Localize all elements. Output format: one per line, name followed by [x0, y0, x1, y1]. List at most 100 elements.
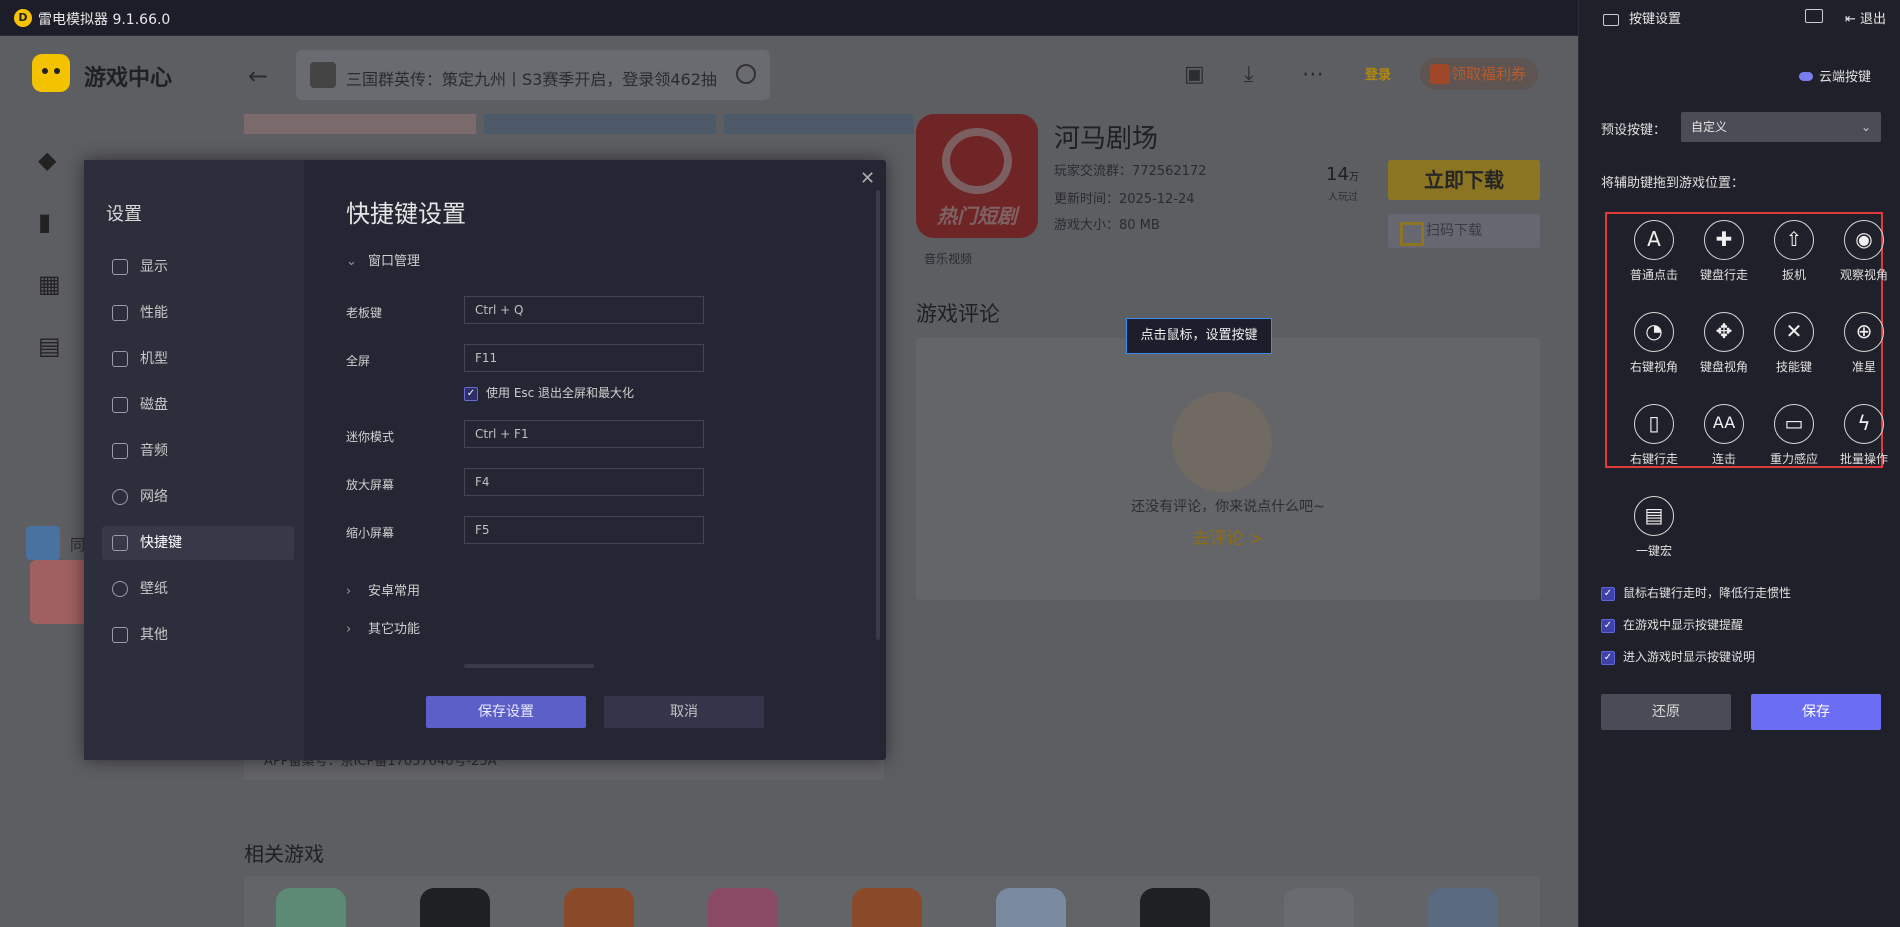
group-android-common[interactable]: › 安卓常用	[346, 580, 420, 599]
app-logo-icon: D	[14, 9, 32, 27]
related-game-icon[interactable]	[564, 888, 634, 927]
cancel-button[interactable]: 取消	[604, 696, 764, 728]
settings-title: 设置	[106, 204, 142, 225]
zoom-in-label: 放大屏幕	[346, 478, 395, 492]
key-crosshair[interactable]: ⊕ 准星	[1829, 308, 1899, 384]
group-other-functions[interactable]: › 其它功能	[346, 618, 420, 637]
zoom-in-input[interactable]: F4	[464, 468, 704, 496]
preset-select[interactable]: 自定义 ⌄	[1681, 112, 1881, 142]
no-comments-text: 还没有评论，你来说点什么吧~	[1131, 499, 1325, 515]
related-game-icon[interactable]	[852, 888, 922, 927]
nav-audio[interactable]: 音频	[102, 434, 294, 468]
banner-thumb[interactable]	[724, 114, 914, 134]
nav-wallpaper[interactable]: 壁纸	[102, 572, 294, 606]
nav-network[interactable]: 网络	[102, 480, 294, 514]
go-comment-link[interactable]: 去评论 >	[916, 524, 1540, 549]
key-label: 批量操作	[1839, 452, 1888, 466]
related-game-icon[interactable]	[1428, 888, 1498, 927]
nav-model[interactable]: 机型	[102, 342, 294, 376]
login-link[interactable]: 登录	[1365, 64, 1395, 88]
key-keyboard-view[interactable]: ✥ 键盘视角	[1689, 308, 1759, 384]
download-button[interactable]: 立即下载	[1388, 160, 1540, 200]
search-icon[interactable]	[736, 64, 756, 84]
horizontal-scrollbar[interactable]	[464, 664, 594, 668]
key-macro[interactable]: ▤ 一键宏	[1619, 492, 1689, 568]
option-reduce-inertia[interactable]: ✓ 鼠标右键行走时，降低行走惯性	[1601, 584, 1791, 601]
drag-hint: 将辅助键拖到游戏位置：	[1601, 176, 1745, 191]
restore-button[interactable]: 还原	[1601, 694, 1731, 730]
shortcut-section-title: 快捷键设置	[346, 200, 466, 228]
ranking-icon[interactable]: ▮	[38, 208, 68, 238]
chevron-down-icon: ⌄	[346, 254, 357, 269]
gift-icon[interactable]: ▤	[38, 332, 68, 362]
related-game-icon[interactable]	[276, 888, 346, 927]
vertical-scrollbar[interactable]	[876, 190, 880, 640]
option-show-key-hints[interactable]: ✓ 在游戏中显示按键提醒	[1601, 616, 1743, 633]
gamepad-icon[interactable]: ◆	[38, 146, 68, 176]
preset-label: 预设按键：	[1601, 123, 1667, 138]
scan-download-button[interactable]: 扫码下载	[1388, 214, 1540, 248]
app-size: 游戏大小：80 MB	[1054, 218, 1160, 233]
related-game-icon[interactable]	[708, 888, 778, 927]
save-button[interactable]: 保存	[1751, 694, 1881, 730]
nav-shortcuts[interactable]: 快捷键	[102, 526, 294, 560]
fullscreen-input[interactable]: F11	[464, 344, 704, 372]
key-settings-panel: 按键设置 ⇤ 退出 云端按键 预设按键： 自定义 ⌄ 将辅助键拖到游戏位置： A普…	[1578, 0, 1900, 927]
nav-disk[interactable]: 磁盘	[102, 388, 294, 422]
performance-icon	[112, 305, 128, 321]
emulator-screen[interactable]: 游戏中心 ← 三国群英传：策定九州丨S3赛季开启，登录领462抽 ▣ ⤓ ⋯ 登…	[0, 36, 1578, 927]
mini-mode-input[interactable]: Ctrl + F1	[464, 420, 704, 448]
key-right-click-walk[interactable]: ▯ 右键行走	[1619, 400, 1689, 476]
chevron-down-icon: ⌄	[1860, 120, 1871, 134]
key-observe-view[interactable]: ◉ 观察视角	[1829, 216, 1899, 292]
checkbox-checked-icon: ✓	[464, 386, 478, 401]
settings-dialog: 设置 显示 性能 机型 磁盘 音频 网络 快捷键 壁纸 其他 ✕ 快捷键设置 ⌄…	[84, 160, 886, 760]
zoom-out-input[interactable]: F5	[464, 516, 704, 544]
esc-exit-checkbox[interactable]: ✓ 使用 Esc 退出全屏和最大化	[464, 384, 634, 401]
welfare-button[interactable]: 领取福利券	[1420, 58, 1538, 90]
key-normal-click[interactable]: A 普通点击	[1619, 216, 1689, 292]
key-right-click-view[interactable]: ◔ 右键视角	[1619, 308, 1689, 384]
related-game-icon[interactable]	[1284, 888, 1354, 927]
calendar-icon[interactable]: ▣	[1184, 62, 1205, 87]
download-icon[interactable]: ⤓	[1244, 62, 1254, 87]
nav-display[interactable]: 显示	[102, 250, 294, 284]
boss-key-input[interactable]: Ctrl + Q	[464, 296, 704, 324]
key-skill[interactable]: ✕ 技能键	[1759, 308, 1829, 384]
audio-icon	[112, 443, 128, 459]
nav-other[interactable]: 其他	[102, 618, 294, 652]
back-arrow-icon[interactable]: ←	[248, 62, 268, 90]
key-gravity[interactable]: ▭ 重力感应	[1759, 400, 1829, 476]
group-window-management[interactable]: ⌄ 窗口管理	[346, 250, 420, 269]
side-game-card[interactable]	[30, 560, 90, 624]
banner-thumb[interactable]	[484, 114, 716, 134]
related-game-icon[interactable]	[1140, 888, 1210, 927]
more-icon[interactable]: ⋯	[1302, 62, 1324, 87]
option-show-key-guide[interactable]: ✓ 进入游戏时显示按键说明	[1601, 648, 1755, 665]
app-tag[interactable]: 音乐视频	[924, 250, 972, 267]
related-game-icon[interactable]	[420, 888, 490, 927]
double-a-icon: AA	[1704, 404, 1744, 444]
banner-thumb[interactable]	[244, 114, 476, 134]
grid-icon	[112, 627, 128, 643]
sync-icon[interactable]	[26, 526, 60, 560]
save-settings-button[interactable]: 保存设置	[426, 696, 586, 728]
set-key-tooltip: 点击鼠标，设置按键	[1126, 318, 1272, 354]
key-keyboard-walk[interactable]: ✚ 键盘行走	[1689, 216, 1759, 292]
cloud-keys-button[interactable]: 云端按键	[1799, 66, 1871, 85]
apps-icon[interactable]: ▦	[38, 270, 68, 300]
app-icon-label: 热门短剧	[937, 204, 1017, 228]
exit-button[interactable]: ⇤ 退出	[1845, 8, 1886, 27]
keyboard-icon	[1603, 13, 1619, 26]
folder-icon[interactable]	[1805, 9, 1823, 23]
key-combo[interactable]: AA 连击	[1689, 400, 1759, 476]
close-icon[interactable]: ✕	[860, 168, 875, 189]
key-batch[interactable]: ϟ 批量操作	[1829, 400, 1899, 476]
related-game-icon[interactable]	[996, 888, 1066, 927]
exit-icon: ⇤	[1845, 12, 1861, 27]
nav-performance[interactable]: 性能	[102, 296, 294, 330]
mini-mode-label: 迷你模式	[346, 430, 395, 444]
key-trigger[interactable]: ⇧ 扳机	[1759, 216, 1829, 292]
phone-tilt-icon: ▭	[1774, 404, 1814, 444]
search-bar[interactable]: 三国群英传：策定九州丨S3赛季开启，登录领462抽	[296, 50, 770, 100]
